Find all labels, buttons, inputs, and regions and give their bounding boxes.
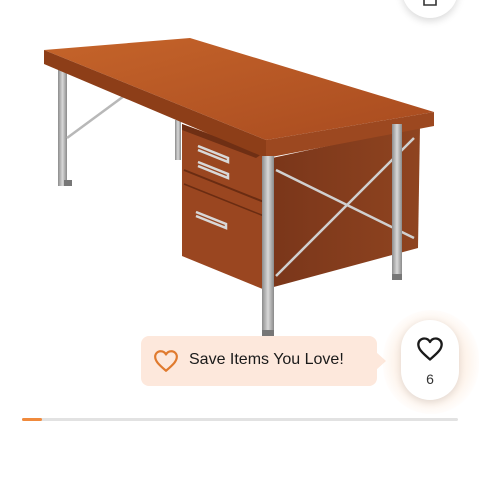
heart-outline-icon: [154, 350, 178, 372]
gallery-progress-fill: [22, 418, 43, 421]
save-items-tooltip[interactable]: Save Items You Love!: [141, 336, 386, 386]
favorite-count: 6: [426, 371, 434, 387]
share-icon: [423, 0, 437, 6]
gallery-progress-track: [22, 418, 458, 421]
tooltip-text: Save Items You Love!: [189, 351, 344, 368]
product-image[interactable]: [0, 30, 480, 350]
top-action-button[interactable]: [402, 0, 458, 18]
heart-icon: [417, 337, 443, 361]
favorite-button[interactable]: 6: [401, 320, 459, 400]
